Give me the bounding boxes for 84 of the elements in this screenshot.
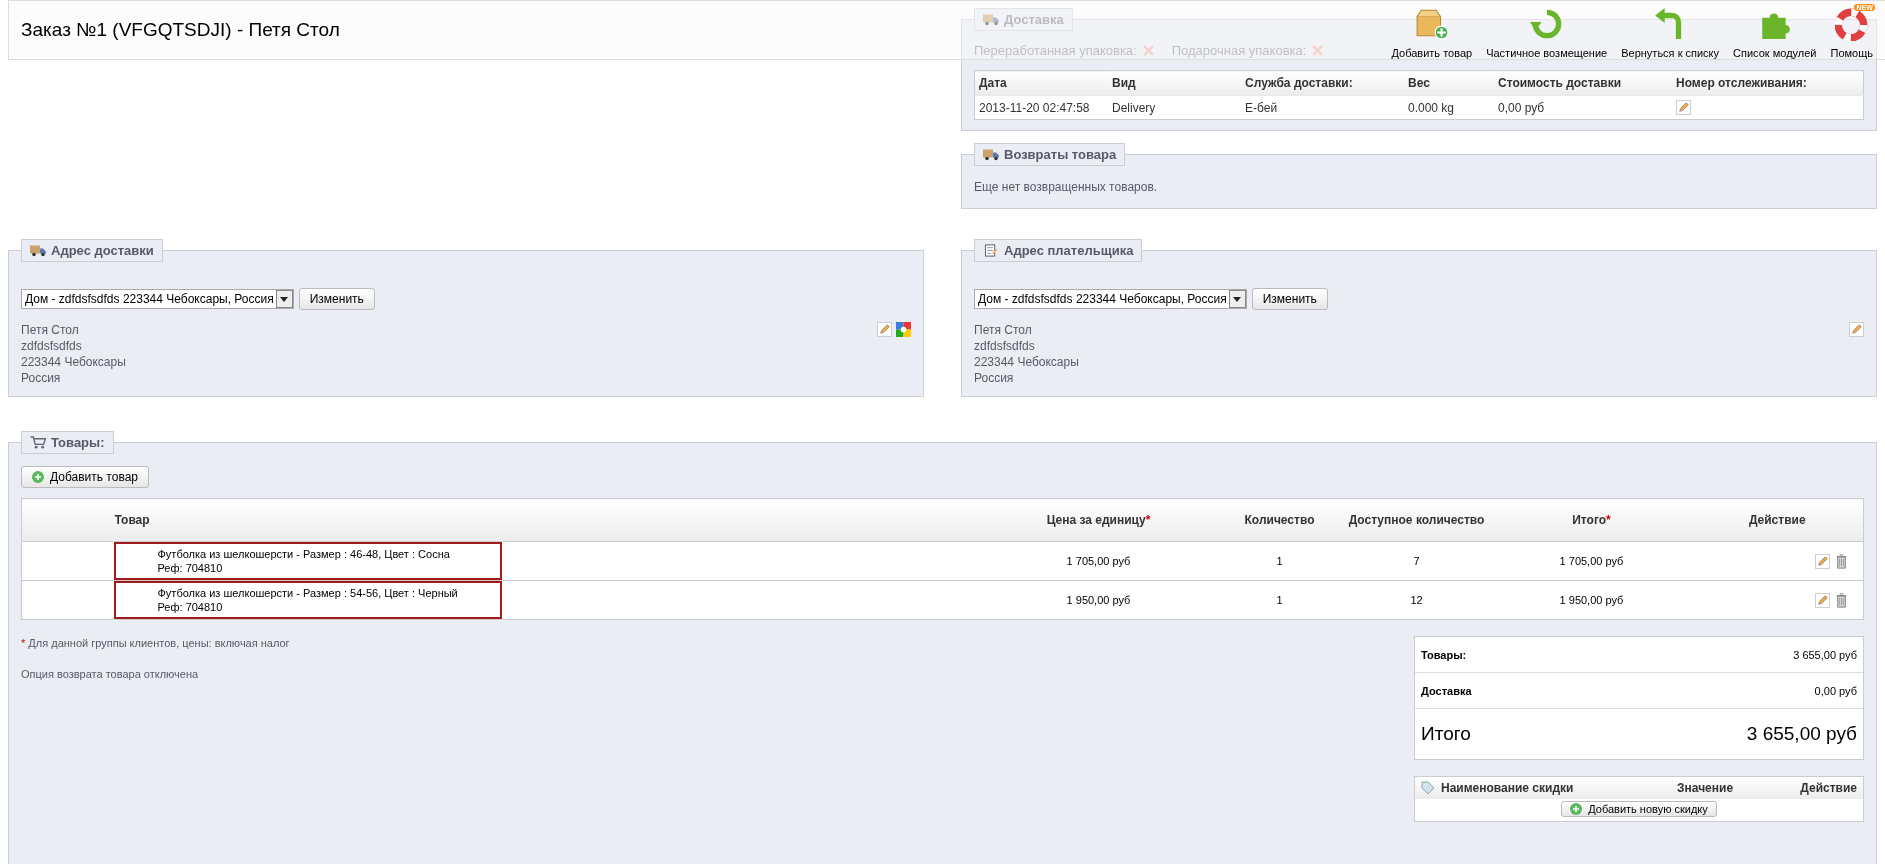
table-cell: 1: [1217, 580, 1342, 620]
table-cell: 12: [1341, 580, 1492, 620]
caret-icon: [1233, 296, 1242, 302]
address-line: 223344 Чебоксары: [21, 354, 126, 371]
page-title: Заказ №1 (VFGQTSDJI) - Петя Стол: [21, 19, 340, 41]
cart-icon: [30, 436, 46, 450]
table-cell: 0,00 руб: [1494, 95, 1672, 120]
price-note: * Для данной группы клиентов, цены: включая налог: [21, 636, 291, 651]
caret-icon: [280, 296, 289, 302]
table-cell: 7: [1341, 541, 1492, 581]
column-header: Стоимость доставки: [1494, 70, 1672, 96]
table-cell: 2013-11-20 02:47:58: [974, 95, 1108, 120]
cross-icon: [1312, 45, 1324, 56]
column-header: Товар: [113, 498, 980, 542]
address-select[interactable]: Дом - zdfdsfsdfds 223344 Чебоксары, Россия: [974, 289, 1247, 310]
edit-icon[interactable]: [877, 322, 892, 338]
table-cell: Delivery: [1108, 95, 1241, 120]
total-label: Итого: [1421, 723, 1471, 746]
address-line: Петя Стол: [974, 322, 1033, 339]
panel-legend: Возвраты товара: [974, 143, 1126, 167]
return-note: Опция возврата товара отключена: [21, 668, 200, 681]
edit-icon[interactable]: [1849, 322, 1864, 338]
truck-icon: [30, 244, 46, 258]
refresh-icon: [1529, 7, 1564, 41]
tag-icon: [1421, 781, 1435, 796]
address-line: Россия: [21, 370, 62, 387]
column-header: Действие: [1799, 781, 1857, 796]
column-header: Дата: [974, 70, 1108, 96]
product-name: Футболка из шелкошерсти - Размер : 54-56, Цвет : Черный Реф: 704810: [113, 581, 502, 620]
table-cell: 1 950,00 руб: [979, 580, 1218, 620]
panel-legend: Адрес доставки: [21, 239, 163, 263]
panel-legend: Товары:: [21, 431, 114, 455]
trash-icon[interactable]: [1834, 553, 1849, 569]
column-header: Номер отслеживания:: [1672, 70, 1864, 96]
table-cell: 1 705,00 руб: [1491, 541, 1692, 581]
column-header: Наименование скидки: [1441, 781, 1575, 796]
product-name: Футболка из шелкошерсти - Размер : 46-48, Цвет : Сосна Реф: 704810: [113, 542, 502, 581]
column-header: Доступное количество: [1341, 498, 1492, 542]
box-add-icon: [1414, 7, 1449, 41]
total-value: 0,00 руб: [1814, 684, 1857, 697]
column-header: Вес: [1404, 70, 1494, 96]
add-product-button[interactable]: Добавить товар: [21, 466, 149, 489]
panel-legend: Адрес плательщика: [974, 239, 1143, 263]
address-line: Петя Стол: [21, 322, 80, 339]
total-value: 3 655,00 руб: [1793, 648, 1857, 661]
toolbar-button[interactable]: Частичное возмещение: [1486, 7, 1608, 59]
table-cell: 1 705,00 руб: [979, 541, 1218, 581]
edit-icon[interactable]: [1815, 553, 1830, 569]
add-discount-button[interactable]: Добавить новую скидку: [1561, 801, 1717, 818]
address-select[interactable]: Дом - zdfdsfsdfds 223344 Чебоксары, Россия: [21, 289, 294, 310]
column-header: Количество: [1217, 498, 1342, 542]
toolbar-button[interactable]: Вернуться к списку: [1621, 7, 1720, 59]
change-button[interactable]: Изменить: [1251, 288, 1328, 311]
table-cell: 1: [1217, 541, 1342, 581]
address-line: zdfdsfsdfds: [21, 338, 83, 355]
change-button[interactable]: Изменить: [298, 288, 375, 311]
toolbar-button[interactable]: Добавить товар: [1391, 7, 1473, 59]
address-line: zdfdsfsdfds: [974, 338, 1036, 355]
total-label: Товары:: [1421, 648, 1467, 661]
plus-icon: [1570, 803, 1583, 816]
table-cell: 0.000 kg: [1404, 95, 1494, 120]
table-cell: Е-бей: [1241, 95, 1404, 120]
total-label: Доставка: [1421, 684, 1472, 697]
cross-icon: [1142, 45, 1154, 56]
column-header: Цена за единицу*: [979, 498, 1218, 542]
column-header: Действие: [1691, 498, 1864, 542]
truck-icon: [983, 13, 999, 26]
column-header: Вид: [1108, 70, 1241, 96]
table-cell: 1 950,00 руб: [1491, 580, 1692, 620]
map-icon[interactable]: [896, 322, 911, 338]
plus-icon: [32, 471, 44, 484]
returns-message: Еще нет возвращенных товаров.: [974, 179, 1159, 195]
address-line: 223344 Чебоксары: [974, 354, 1079, 371]
toolbar-button[interactable]: Список модулей: [1733, 7, 1817, 59]
truck-icon: [983, 148, 999, 162]
edit-icon[interactable]: [1815, 592, 1830, 608]
column-header: Итого*: [1491, 498, 1692, 542]
column-header: Значение: [1677, 781, 1735, 796]
trash-icon[interactable]: [1834, 592, 1849, 608]
address-line: Россия: [974, 370, 1015, 387]
document-icon: [983, 244, 999, 258]
edit-icon[interactable]: [1676, 100, 1691, 116]
total-value: 3 655,00 руб: [1746, 723, 1857, 746]
column-header: Служба доставки:: [1241, 70, 1404, 96]
